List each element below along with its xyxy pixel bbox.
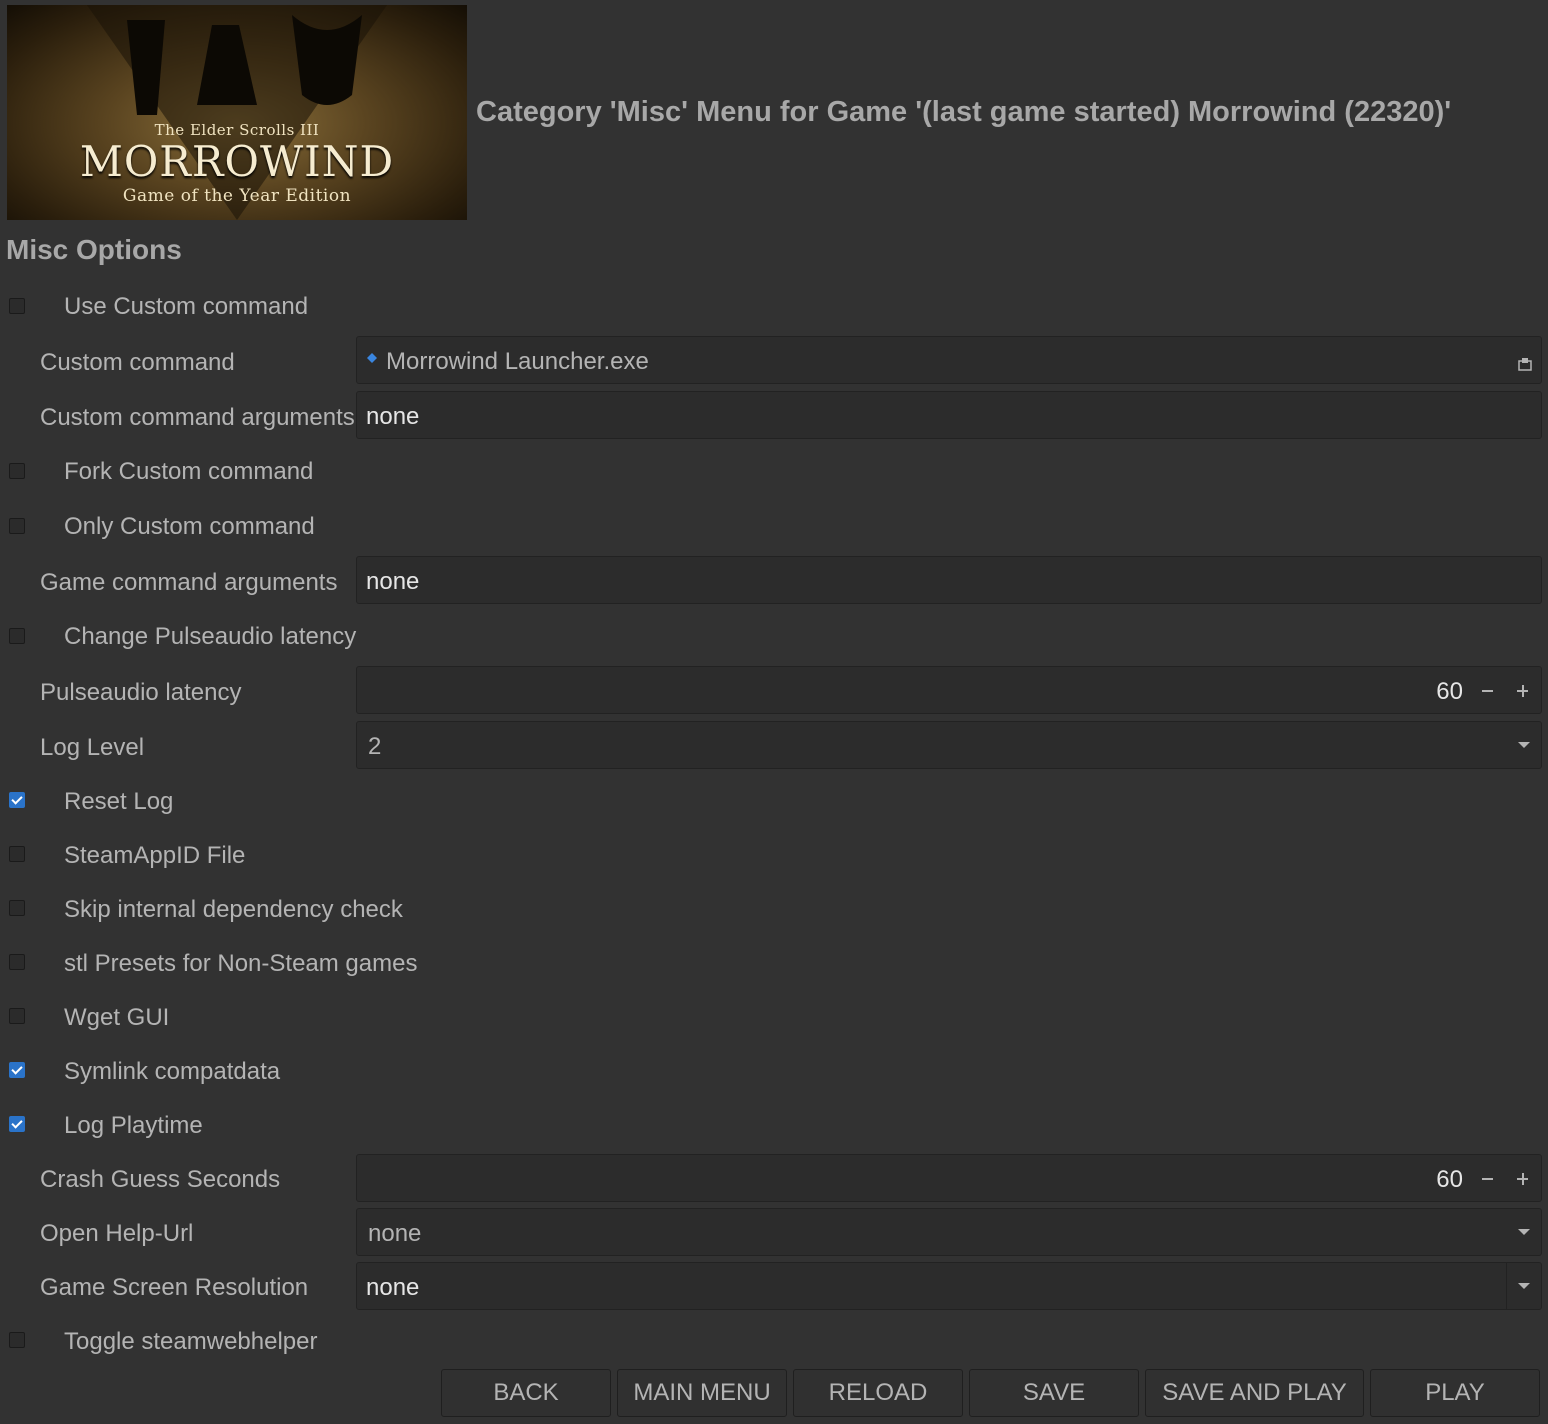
banner-sub-text: Game of the Year Edition [122, 186, 352, 206]
option-steamappid-file: SteamAppID File [0, 831, 1548, 881]
toggle-steamwebhelper-checkbox[interactable] [9, 1332, 25, 1348]
option-change-pulseaudio-latency: Change Pulseaudio latency [0, 612, 1548, 662]
option-game-command-arguments: Game command arguments none [0, 556, 1548, 606]
game-command-arguments-value: none [366, 568, 420, 595]
custom-command-arguments-value: none [366, 403, 420, 430]
open-help-url-dropdown[interactable]: none [356, 1208, 1542, 1256]
option-only-custom-command: Only Custom command [0, 502, 1548, 552]
combo-divider [1506, 1263, 1507, 1309]
fork-custom-command-checkbox[interactable] [9, 463, 25, 479]
option-custom-command-arguments: Custom command arguments none [0, 391, 1548, 441]
reset-log-label: Reset Log [64, 788, 174, 815]
log-level-dropdown[interactable]: 2 [356, 721, 1542, 769]
steamappid-file-label: SteamAppID File [64, 842, 246, 869]
save-and-play-button[interactable]: SAVE AND PLAY [1145, 1369, 1364, 1417]
reset-log-checkbox[interactable] [9, 792, 25, 808]
only-custom-command-checkbox[interactable] [9, 518, 25, 534]
change-pulseaudio-latency-checkbox[interactable] [9, 628, 25, 644]
change-pulseaudio-latency-label: Change Pulseaudio latency [64, 623, 357, 650]
symlink-compatdata-checkbox[interactable] [9, 1062, 25, 1078]
log-playtime-checkbox[interactable] [9, 1116, 25, 1132]
option-fork-custom-command: Fork Custom command [0, 447, 1548, 497]
page-title: Category 'Misc' Menu for Game '(last gam… [476, 96, 1452, 128]
play-button[interactable]: PLAY [1370, 1369, 1540, 1417]
option-crash-guess-seconds: Crash Guess Seconds 60 [0, 1154, 1548, 1204]
section-heading: Misc Options [6, 234, 182, 265]
open-help-url-value: none [368, 1220, 422, 1247]
fork-custom-command-label: Fork Custom command [64, 458, 314, 485]
pulseaudio-latency-spinbutton[interactable]: 60 [356, 666, 1542, 714]
crash-guess-seconds-spinbutton[interactable]: 60 [356, 1154, 1542, 1202]
main-menu-button[interactable]: MAIN MENU [617, 1369, 787, 1417]
option-skip-dependency-check: Skip internal dependency check [0, 885, 1548, 935]
open-help-url-label: Open Help-Url [40, 1220, 194, 1247]
game-command-arguments-label: Game command arguments [40, 569, 338, 596]
log-playtime-label: Log Playtime [64, 1112, 203, 1139]
back-button[interactable]: BACK [441, 1369, 611, 1417]
game-banner-image: The Elder Scrolls III MORROWIND Game of … [7, 5, 467, 220]
custom-command-label: Custom command [40, 349, 235, 376]
toggle-steamwebhelper-label: Toggle steamwebhelper [64, 1328, 318, 1355]
option-use-custom-command: Use Custom command [0, 282, 1548, 332]
option-pulseaudio-latency: Pulseaudio latency 60 [0, 666, 1548, 716]
chevron-down-icon [1518, 742, 1530, 748]
game-screen-resolution-value: none [366, 1274, 420, 1301]
skip-dependency-check-label: Skip internal dependency check [64, 896, 403, 923]
crash-guess-seconds-label: Crash Guess Seconds [40, 1166, 281, 1193]
reload-button[interactable]: RELOAD [793, 1369, 963, 1417]
use-custom-command-checkbox[interactable] [9, 298, 25, 314]
wget-gui-checkbox[interactable] [9, 1008, 25, 1024]
save-icon[interactable] [1518, 357, 1532, 371]
file-icon [367, 353, 377, 363]
game-screen-resolution-combo[interactable]: none [356, 1262, 1542, 1310]
banner-main-text: MORROWIND [79, 137, 395, 186]
game-screen-resolution-label: Game Screen Resolution [40, 1274, 309, 1301]
chevron-down-icon[interactable] [1518, 1283, 1530, 1289]
option-reset-log: Reset Log [0, 777, 1548, 827]
pulseaudio-latency-value: 60 [1436, 678, 1463, 705]
stl-presets-checkbox[interactable] [9, 954, 25, 970]
chevron-down-icon [1518, 1229, 1530, 1235]
option-symlink-compatdata: Symlink compatdata [0, 1047, 1548, 1097]
log-level-value: 2 [368, 733, 382, 760]
crash-guess-seconds-value: 60 [1436, 1166, 1463, 1193]
wget-gui-label: Wget GUI [64, 1004, 170, 1031]
option-log-level: Log Level 2 [0, 721, 1548, 771]
custom-command-value: Morrowind Launcher.exe [386, 348, 649, 375]
skip-dependency-check-checkbox[interactable] [9, 900, 25, 916]
custom-command-file-chooser[interactable]: Morrowind Launcher.exe [356, 336, 1542, 384]
steamappid-file-checkbox[interactable] [9, 846, 25, 862]
option-toggle-steamwebhelper: Toggle steamwebhelper [0, 1317, 1548, 1367]
option-custom-command: Custom command Morrowind Launcher.exe [0, 336, 1548, 386]
only-custom-command-label: Only Custom command [64, 513, 315, 540]
save-button[interactable]: SAVE [969, 1369, 1139, 1417]
symlink-compatdata-label: Symlink compatdata [64, 1058, 281, 1085]
option-log-playtime: Log Playtime [0, 1101, 1548, 1151]
option-game-screen-resolution: Game Screen Resolution none [0, 1262, 1548, 1312]
option-open-help-url: Open Help-Url none [0, 1208, 1548, 1258]
game-command-arguments-input[interactable]: none [356, 556, 1542, 604]
stl-presets-label: stl Presets for Non-Steam games [64, 950, 418, 977]
pulseaudio-latency-label: Pulseaudio latency [40, 679, 242, 706]
option-stl-presets: stl Presets for Non-Steam games [0, 939, 1548, 989]
custom-command-arguments-input[interactable]: none [356, 391, 1542, 439]
option-wget-gui: Wget GUI [0, 993, 1548, 1043]
custom-command-arguments-label: Custom command arguments [40, 404, 355, 431]
log-level-label: Log Level [40, 734, 145, 761]
use-custom-command-label: Use Custom command [64, 293, 309, 320]
